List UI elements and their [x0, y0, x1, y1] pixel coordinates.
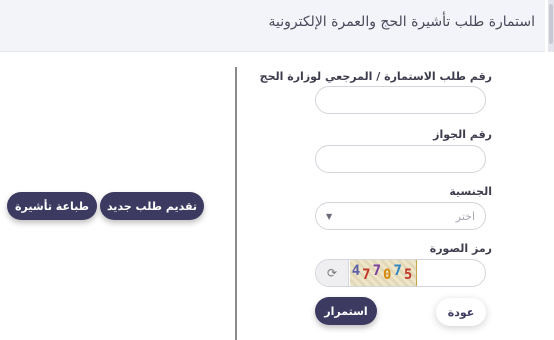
- captcha-image: 477075: [350, 260, 417, 286]
- nationality-label: الجنسية: [449, 185, 492, 198]
- back-button[interactable]: عودة: [436, 298, 486, 326]
- print-visa-button[interactable]: طباعة تأشيرة: [7, 192, 97, 220]
- new-request-button[interactable]: تقديم طلب جديد: [100, 192, 204, 220]
- scrollbar-thumb[interactable]: [549, 4, 553, 44]
- passport-number-label: رقم الجواز: [433, 128, 492, 141]
- passport-number-input[interactable]: [315, 145, 486, 173]
- captcha-refresh-button[interactable]: ⟳: [316, 260, 349, 286]
- column-divider: [235, 67, 237, 340]
- scrollbar[interactable]: [548, 0, 554, 52]
- page-header: استمارة طلب تأشيرة الحج والعمرة الإلكترو…: [0, 0, 545, 52]
- captcha-input[interactable]: [418, 260, 485, 286]
- captcha-code: 477075: [351, 263, 415, 283]
- refresh-icon: ⟳: [326, 266, 338, 280]
- nationality-select[interactable]: ▼ اختر: [315, 202, 486, 230]
- application-number-input[interactable]: [315, 86, 486, 114]
- captcha-field: ⟳ 477075: [315, 259, 486, 287]
- continue-button[interactable]: استمرار: [315, 297, 377, 325]
- chevron-down-icon: ▼: [326, 211, 333, 221]
- nationality-placeholder: اختر: [455, 209, 475, 223]
- application-number-label: رقم طلب الاستمارة / المرجعي لوزارة الحج: [259, 70, 492, 83]
- captcha-label: رمز الصورة: [429, 242, 492, 255]
- page-title: استمارة طلب تأشيرة الحج والعمرة الإلكترو…: [268, 14, 535, 30]
